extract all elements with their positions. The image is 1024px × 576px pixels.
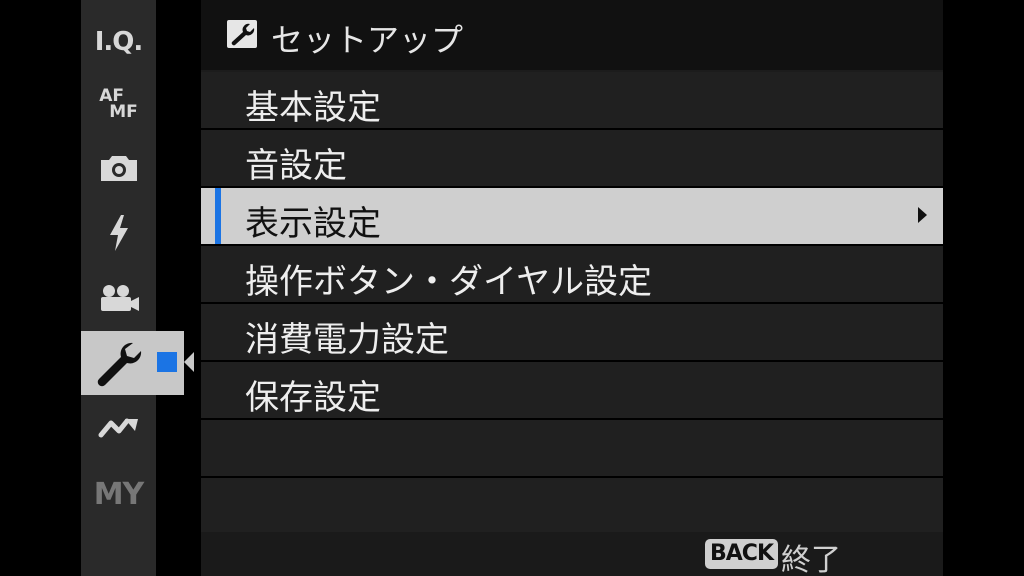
- camera-icon[interactable]: [81, 140, 156, 196]
- selection-pointer: [184, 352, 194, 372]
- camera-setup-screen: I.Q. AF MF MY セットアップ 基本設定 音設定 表示設定 操作ボタン…: [0, 0, 1024, 576]
- menu-item-label: 操作ボタン・ダイヤル設定: [245, 262, 652, 302]
- connection-icon[interactable]: [81, 400, 156, 456]
- menu-item-label: 音設定: [245, 146, 347, 186]
- menu-item-label: 消費電力設定: [245, 320, 449, 360]
- menu-header: セットアップ: [201, 0, 943, 70]
- selection-accent-bar: [215, 188, 221, 244]
- page-title: セットアップ: [271, 21, 464, 59]
- wrench-icon: [97, 342, 142, 387]
- iq-icon[interactable]: I.Q.: [81, 14, 156, 70]
- menu-item-power-settings[interactable]: 消費電力設定: [201, 304, 943, 362]
- menu-panel: セットアップ 基本設定 音設定 表示設定 操作ボタン・ダイヤル設定 消費電力設定…: [201, 0, 943, 576]
- selection-indicator: [157, 352, 177, 372]
- menu-item-button-dial-settings[interactable]: 操作ボタン・ダイヤル設定: [201, 246, 943, 304]
- mf-label: MF: [109, 102, 138, 122]
- chevron-right-icon: [918, 207, 927, 223]
- menu-item-label: 表示設定: [245, 204, 381, 244]
- back-label: 終了: [781, 543, 841, 576]
- menu-item-basic-settings[interactable]: 基本設定: [201, 72, 943, 130]
- my-menu-icon[interactable]: MY: [81, 466, 156, 522]
- menu-item-empty: [201, 478, 943, 536]
- wrench-icon: [227, 20, 257, 48]
- back-button-icon[interactable]: BACK: [705, 539, 778, 569]
- flash-icon[interactable]: [81, 205, 156, 261]
- menu-item-empty: [201, 420, 943, 478]
- category-sidebar: I.Q. AF MF MY: [81, 0, 156, 576]
- menu-item-sound-settings[interactable]: 音設定: [201, 130, 943, 188]
- menu-footer: BACK 終了: [201, 532, 943, 576]
- menu-item-label: 基本設定: [245, 88, 381, 128]
- menu-item-display-settings[interactable]: 表示設定: [201, 188, 943, 246]
- movie-camera-icon[interactable]: [81, 270, 156, 326]
- af-mf-icon[interactable]: AF MF: [81, 76, 156, 132]
- menu-item-save-settings[interactable]: 保存設定: [201, 362, 943, 420]
- menu-item-label: 保存設定: [245, 378, 381, 418]
